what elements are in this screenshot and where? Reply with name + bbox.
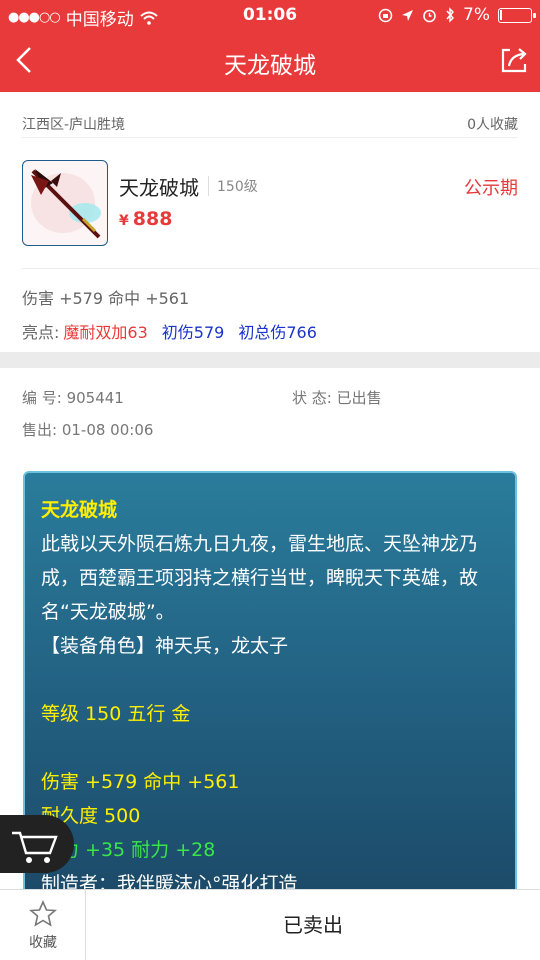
server-location: 江西区-庐山胜境 <box>22 117 126 133</box>
highlight-tag: 初总伤766 <box>238 323 317 342</box>
page-title: 天龙破城 <box>224 53 316 79</box>
attribute-summary: 伤害 +579 命中 +561 <box>22 289 190 308</box>
item-name: 天龙破城 <box>119 176 199 200</box>
battery-fill <box>500 9 502 20</box>
cart-icon <box>12 831 58 863</box>
bluetooth-icon <box>446 7 455 23</box>
description-durability: 耐久度 500 <box>41 805 141 827</box>
share-button[interactable] <box>496 42 532 78</box>
star-icon <box>29 900 57 927</box>
description-bonus: 魔力 +35 耐力 +28 <box>41 839 216 861</box>
location-icon <box>402 9 414 21</box>
highlight-tag: 初伤579 <box>161 323 225 342</box>
bottom-action-bar: 收藏 已卖出 <box>0 889 540 960</box>
description-story: 此戟以天外陨石炼九日九夜，雷生地底、天坠神龙乃成，西楚霸王项羽持之横行当世，睥睨… <box>41 533 479 623</box>
halberd-icon <box>31 169 101 239</box>
nav-bar: 天龙破城 <box>0 30 540 92</box>
favorite-label: 收藏 <box>29 935 57 951</box>
battery-percent: 7% <box>463 5 490 25</box>
description-title: 天龙破城 <box>41 499 118 521</box>
description-damage: 伤害 +579 命中 +561 <box>41 771 240 793</box>
item-image[interactable] <box>22 160 108 246</box>
sold-time: 售出: 01-08 00:06 <box>22 421 154 439</box>
highlight-tag: 魔耐双加63 <box>63 323 148 342</box>
price-value: 888 <box>132 208 173 230</box>
favorite-button[interactable]: 收藏 <box>0 890 86 960</box>
sold-button[interactable]: 已卖出 <box>86 890 540 960</box>
divider <box>22 268 540 269</box>
share-icon <box>501 48 527 73</box>
highlights-row: 亮点: 魔耐双加63 初伤579 初总伤766 <box>22 319 317 343</box>
item-price: ¥888 <box>119 208 172 230</box>
status-bar: ●●●○○ 中国移动 01:06 7% <box>0 0 540 30</box>
item-level: 150级 <box>208 176 258 196</box>
currency-symbol: ¥ <box>119 213 129 229</box>
status-badge: 公示期 <box>464 178 518 199</box>
description-roles: 【装备角色】神天兵，龙太子 <box>41 635 289 657</box>
status-right: 7% <box>378 5 536 25</box>
sale-state: 状 态: 已出售 <box>292 389 382 407</box>
item-description-panel[interactable]: 天龙破城 此戟以天外陨石炼九日九夜，雷生地底、天坠神龙乃成，西楚霸王项羽持之横行… <box>23 471 517 901</box>
breadcrumb: 江西区-庐山胜境 0人收藏 <box>22 104 518 138</box>
serial-number: 编 号: 905441 <box>22 389 124 407</box>
alarm-icon <box>423 9 436 22</box>
description-level: 等级 150 五行 金 <box>41 703 191 725</box>
header: ●●●○○ 中国移动 01:06 7% 天龙破城 <box>0 0 540 92</box>
highlights-label: 亮点: <box>22 323 60 342</box>
favorite-count: 0人收藏 <box>467 117 518 133</box>
orientation-lock-icon <box>378 8 393 22</box>
battery-icon <box>498 7 536 23</box>
cart-button[interactable] <box>0 815 74 873</box>
section-divider <box>0 352 540 368</box>
